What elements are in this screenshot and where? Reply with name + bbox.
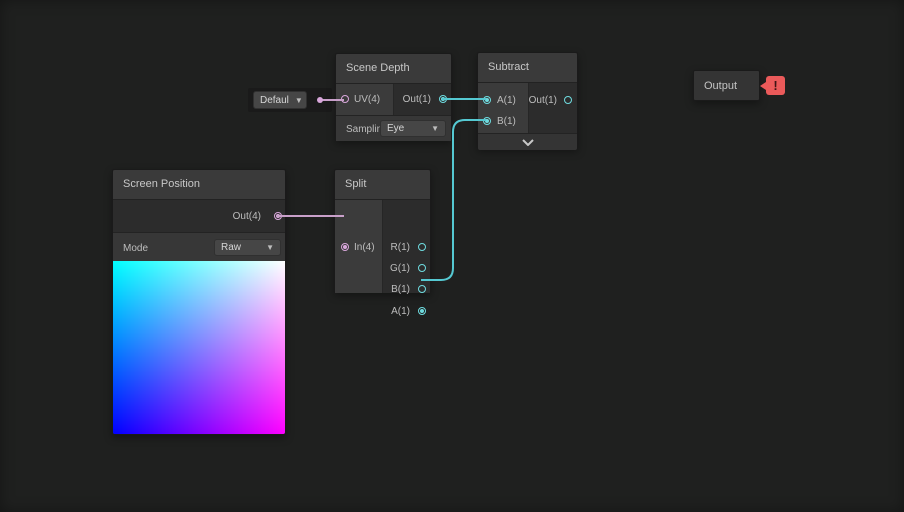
- uv-default-connector-dot: [317, 97, 323, 103]
- node-output[interactable]: Output: [693, 70, 760, 101]
- port-label-a: A(1): [391, 306, 410, 317]
- node-title[interactable]: Subtract: [478, 53, 577, 83]
- port-out4[interactable]: [274, 212, 282, 220]
- chevron-down-icon: [521, 138, 534, 146]
- node-title[interactable]: Scene Depth: [336, 54, 451, 84]
- node-split[interactable]: Split In(4) R(1) G(1) B(1) A(1): [334, 169, 431, 317]
- chevron-down-icon: ▼: [431, 124, 439, 133]
- sampling-value: Eye: [387, 123, 405, 134]
- screen-position-preview: [113, 261, 285, 434]
- port-label-g: G(1): [390, 263, 410, 274]
- port-a1[interactable]: [418, 307, 426, 315]
- port-out1[interactable]: [439, 95, 447, 103]
- port-label-uv: UV(4): [354, 94, 381, 105]
- mode-dropdown[interactable]: Raw ▼: [214, 239, 281, 256]
- sampling-label: Samplin: [346, 124, 380, 135]
- port-uv4[interactable]: [341, 95, 349, 103]
- port-label-b: B(1): [391, 284, 410, 295]
- node-title: Output: [704, 79, 738, 92]
- node-screen-position[interactable]: Screen Position Out(4) Mode Raw ▼: [112, 169, 286, 435]
- port-out1[interactable]: [564, 96, 572, 104]
- error-exclamation: !: [773, 78, 778, 93]
- preview-expander[interactable]: [478, 133, 577, 150]
- port-in4[interactable]: [341, 243, 349, 251]
- port-label-b: B(1): [497, 116, 516, 127]
- mode-label: Mode: [123, 243, 149, 254]
- error-icon[interactable]: !: [766, 76, 785, 95]
- shader-graph-canvas[interactable]: Defaul ▼ Scene Depth UV(4) Out(1) Sampli…: [0, 0, 904, 512]
- port-r1[interactable]: [418, 243, 426, 251]
- port-label-out: Out(4): [232, 211, 261, 222]
- node-title[interactable]: Screen Position: [113, 170, 285, 200]
- chevron-down-icon: ▼: [294, 95, 303, 105]
- node-subtract[interactable]: Subtract A(1) B(1) Out(1): [477, 52, 578, 150]
- uv-default-value: Defaul: [260, 94, 289, 106]
- port-label-out: Out(1): [528, 95, 557, 106]
- node-title[interactable]: Split: [335, 170, 430, 200]
- port-label-r: R(1): [390, 242, 410, 253]
- chevron-down-icon: ▼: [266, 243, 274, 252]
- uv-default-dropdown[interactable]: Defaul ▼: [253, 91, 307, 109]
- port-b1[interactable]: [418, 285, 426, 293]
- mode-value: Raw: [221, 242, 242, 253]
- port-label-out: Out(1): [402, 94, 431, 105]
- port-g1[interactable]: [418, 264, 426, 272]
- port-a1[interactable]: [483, 96, 491, 104]
- port-b1[interactable]: [483, 117, 491, 125]
- port-label-in: In(4): [354, 242, 375, 253]
- port-label-a: A(1): [497, 95, 516, 106]
- node-scene-depth[interactable]: Scene Depth UV(4) Out(1) Samplin Eye ▼: [335, 53, 452, 141]
- sampling-dropdown[interactable]: Eye ▼: [380, 120, 446, 137]
